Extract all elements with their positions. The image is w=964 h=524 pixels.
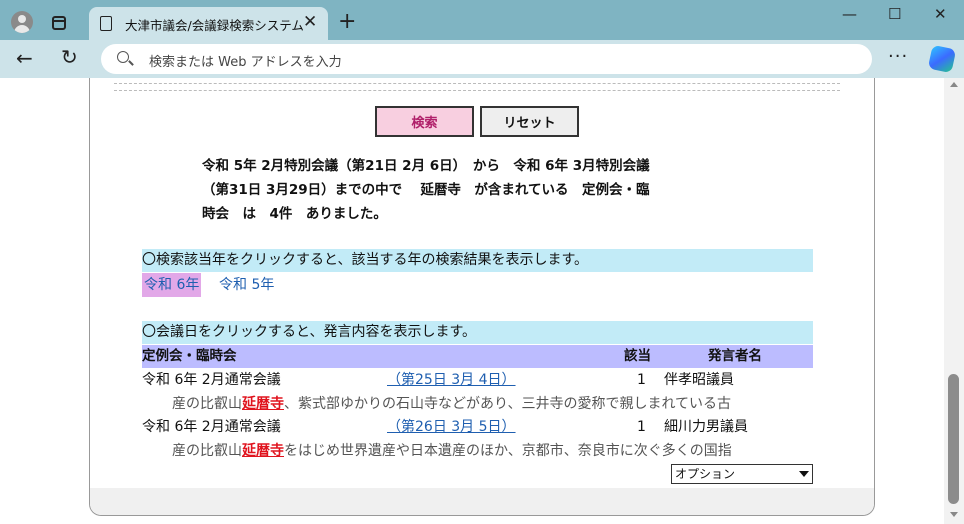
excerpt-text: 産の比叡山	[172, 396, 242, 412]
results-header: 定例会・臨時会 該当 発言者名	[142, 345, 813, 368]
header-meeting: 定例会・臨時会	[142, 348, 237, 364]
tab-actions-icon[interactable]	[52, 16, 66, 30]
content-frame: 検索 リセット 令和 5年 2月特別会議（第21日 2月 6日） から 令和 6…	[89, 78, 875, 516]
scrollbar-thumb[interactable]	[948, 374, 959, 504]
year-instruction: 〇検索該当年をクリックすると、該当する年の検索結果を表示します。	[142, 249, 813, 272]
more-menu-icon[interactable]: ···	[888, 46, 908, 67]
chevron-down-icon	[799, 471, 809, 477]
excerpt-keyword: 延暦寺	[242, 443, 284, 459]
browser-toolbar: ← ↻ 検索または Web アドレスを入力 ···	[0, 40, 964, 78]
minimize-icon[interactable]: —	[842, 5, 857, 23]
excerpt-text: 産の比叡山	[172, 443, 242, 459]
address-bar[interactable]: 検索または Web アドレスを入力	[101, 44, 872, 74]
table-row: 令和 6年 2月通常会議 （第25日 3月 4日） 1 伴孝昭議員	[142, 369, 813, 392]
summary-line: （第31日 3月29日）までの中で 延暦寺 が含まれている 定例会・臨	[202, 182, 650, 198]
row-date-link[interactable]: （第26日 3月 5日）	[387, 416, 516, 439]
header-speaker: 発言者名	[708, 348, 762, 364]
new-tab-icon[interactable]: +	[338, 9, 356, 34]
copilot-icon[interactable]	[927, 44, 957, 74]
row-meeting: 令和 6年 2月通常会議	[142, 372, 281, 388]
tab-bar: 大津市議会/会議録検索システム ✕ + — ☐ ✕	[0, 0, 964, 40]
back-arrow-icon[interactable]: ←	[16, 46, 33, 70]
year-link-reiwa6[interactable]: 令和 6年	[142, 273, 202, 297]
options-select[interactable]: オプション	[671, 464, 813, 484]
options-select-value: オプション	[675, 467, 736, 481]
search-button[interactable]: 検索	[375, 106, 474, 137]
browser-tab-active[interactable]: 大津市議会/会議録検索システム ✕	[89, 7, 328, 40]
year-link-reiwa5[interactable]: 令和 5年	[219, 273, 274, 297]
summary-line: 時会 は 4件 ありました。	[202, 206, 387, 222]
row-speaker: 伴孝昭議員	[664, 372, 734, 388]
scroll-up-icon[interactable]	[950, 82, 958, 87]
results-instruction: 〇会議日をクリックすると、発言内容を表示します。	[142, 321, 813, 344]
maximize-icon[interactable]: ☐	[888, 5, 901, 23]
divider	[114, 90, 840, 91]
tab-title: 大津市議会/会議録検索システム	[125, 18, 304, 33]
vertical-scrollbar[interactable]	[944, 78, 964, 524]
address-placeholder: 検索または Web アドレスを入力	[149, 55, 342, 70]
divider	[114, 83, 840, 84]
document-icon	[100, 16, 112, 31]
reset-button[interactable]: リセット	[480, 106, 579, 137]
excerpt-text: 、紫式部ゆかりの石山寺などがあり、三井寺の愛称で親しまれている古	[284, 396, 732, 412]
row-date-link[interactable]: （第25日 3月 4日）	[387, 369, 516, 392]
excerpt-text: をはじめ世界遺産や日本遺産のほか、京都市、奈良市に次ぐ多くの国指	[284, 443, 732, 459]
row-hits: 1	[637, 419, 646, 435]
row-meeting: 令和 6年 2月通常会議	[142, 419, 281, 435]
frame-footer	[90, 488, 874, 515]
scroll-down-icon[interactable]	[950, 512, 958, 517]
close-window-icon[interactable]: ✕	[934, 5, 947, 23]
close-tab-icon[interactable]: ✕	[303, 12, 317, 32]
profile-avatar-icon[interactable]	[11, 11, 33, 33]
row-speaker: 細川力男議員	[664, 419, 748, 435]
row-hits: 1	[637, 372, 646, 388]
row-excerpt: 産の比叡山延暦寺をはじめ世界遺産や日本遺産のほか、京都市、奈良市に次ぐ多くの国指	[142, 440, 813, 463]
search-icon	[117, 51, 129, 63]
summary-line: 令和 5年 2月特別会議（第21日 2月 6日） から 令和 6年 3月特別会議	[202, 158, 650, 174]
page-viewport: 検索 リセット 令和 5年 2月特別会議（第21日 2月 6日） から 令和 6…	[0, 78, 964, 524]
excerpt-keyword: 延暦寺	[242, 396, 284, 412]
table-row: 令和 6年 2月通常会議 （第26日 3月 5日） 1 細川力男議員	[142, 416, 813, 439]
header-hits: 該当	[624, 348, 651, 364]
row-excerpt: 産の比叡山延暦寺、紫式部ゆかりの石山寺などがあり、三井寺の愛称で親しまれている古	[142, 393, 813, 416]
search-summary: 令和 5年 2月特別会議（第21日 2月 6日） から 令和 6年 3月特別会議…	[202, 154, 762, 226]
reload-icon[interactable]: ↻	[61, 45, 78, 69]
